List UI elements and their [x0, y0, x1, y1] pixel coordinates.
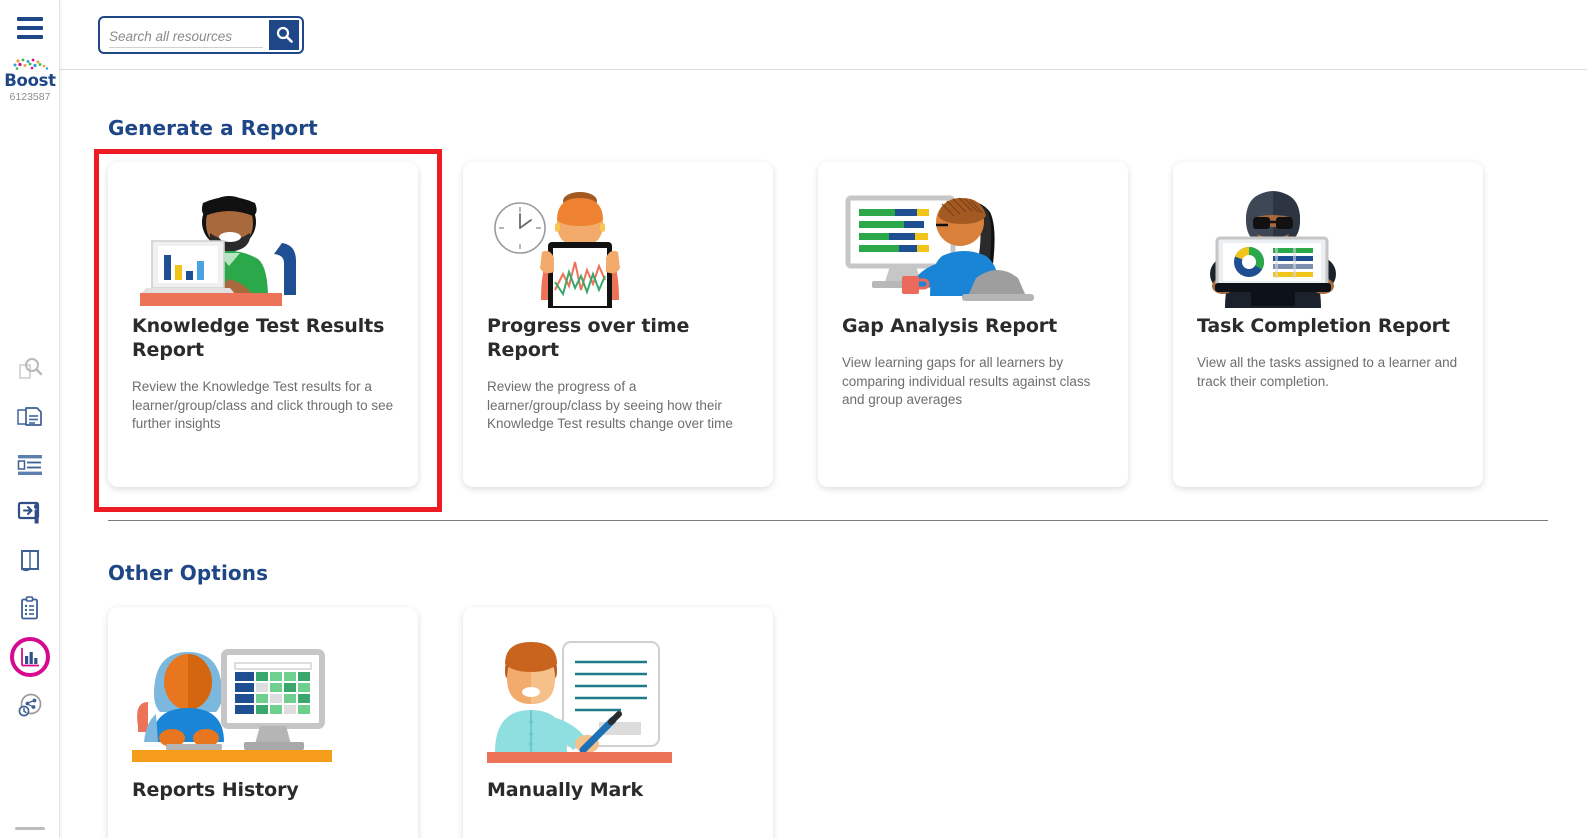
- card-illustration: [487, 180, 749, 308]
- brand-logo[interactable]: Boost 6123587: [0, 56, 60, 104]
- hamburger-bar: [17, 26, 43, 30]
- present-icon: [17, 501, 39, 524]
- sidebar-item-list-view[interactable]: [7, 441, 53, 489]
- sidebar: Boost 6123587: [0, 0, 60, 838]
- generate-report-section-title: Generate a Report: [108, 116, 318, 140]
- card-illustration: [487, 629, 749, 764]
- book-icon: [20, 550, 39, 572]
- card-illustration: [132, 629, 394, 764]
- sidebar-item-reports[interactable]: [7, 633, 53, 681]
- card-description: View learning gaps for all learners by c…: [842, 355, 1091, 407]
- list-view-icon: [17, 455, 42, 475]
- card-knowledge-test-results-report[interactable]: Knowledge Test Results Report Review the…: [108, 162, 418, 487]
- card-title: Reports History: [132, 779, 299, 801]
- person-holding-tablet-with-clock-icon: [494, 192, 620, 308]
- generate-report-card-row: Knowledge Test Results Report Review the…: [94, 149, 1587, 512]
- card-slot-task-completion: Task Completion Report View all the task…: [1173, 162, 1528, 487]
- search-submit-button[interactable]: [269, 19, 299, 50]
- sidebar-item-resources[interactable]: [7, 393, 53, 441]
- card-title: Gap Analysis Report: [842, 315, 1058, 337]
- card-illustration: [1197, 180, 1459, 308]
- card-slot-manually-mark: Manually Mark: [463, 607, 818, 838]
- search-box[interactable]: [98, 15, 304, 54]
- hamburger-bar: [17, 35, 43, 39]
- search-field-wrap: [103, 20, 269, 50]
- hamburger-menu-icon[interactable]: [0, 0, 60, 56]
- card-title: Task Completion Report: [1197, 315, 1450, 337]
- section-divider: [108, 520, 1548, 521]
- topbar: [60, 0, 1587, 70]
- card-reports-history[interactable]: Reports History: [108, 607, 418, 838]
- person-holding-laptop-with-donut-chart-icon: [1210, 191, 1336, 308]
- card-slot-gap-analysis: Gap Analysis Report View learning gaps f…: [818, 162, 1173, 487]
- card-gap-analysis-report[interactable]: Gap Analysis Report View learning gaps f…: [818, 162, 1128, 487]
- sidebar-item-clipboard[interactable]: [7, 585, 53, 633]
- search-icon: [276, 26, 293, 43]
- content-area: Generate a Report Knowledge Test Results…: [60, 116, 1587, 838]
- resources-icon: [17, 407, 42, 426]
- brand-name: Boost: [4, 71, 56, 90]
- sidebar-item-resource-search[interactable]: [7, 345, 53, 393]
- card-manually-mark[interactable]: Manually Mark: [463, 607, 773, 838]
- card-slot-reports-history: Reports History: [108, 607, 463, 838]
- person-marking-document-with-pen-icon: [487, 641, 672, 763]
- person-at-laptop-with-bar-chart-icon: [140, 196, 296, 306]
- bar-chart-icon: [21, 648, 39, 667]
- sidebar-item-book[interactable]: [7, 537, 53, 585]
- other-options-section-title: Other Options: [108, 561, 269, 585]
- hamburger-bar: [17, 17, 43, 21]
- card-title: Progress over time Report: [487, 315, 690, 361]
- sidebar-item-present[interactable]: [7, 489, 53, 537]
- search-input[interactable]: [109, 28, 263, 48]
- person-at-monitor-with-spreadsheet-icon: [132, 649, 332, 762]
- resource-search-icon: [19, 358, 43, 379]
- card-slot-progress-over-time: Progress over time Report Review the pro…: [463, 162, 818, 487]
- person-at-monitor-with-progress-bars-icon: [845, 195, 1034, 301]
- boost-dots-icon: [13, 58, 49, 70]
- app-root: Boost 6123587 Search all resources Gener…: [0, 0, 1587, 838]
- sidebar-nav: [0, 345, 60, 729]
- card-title: Knowledge Test Results Report: [132, 315, 385, 361]
- card-illustration: [842, 180, 1104, 308]
- card-title: Manually Mark: [487, 779, 644, 801]
- card-description: Review the Knowledge Test results for a …: [132, 379, 394, 431]
- card-description: Review the progress of a learner/group/c…: [487, 379, 733, 431]
- clipboard-icon: [21, 596, 38, 620]
- card-slot-knowledge-test: Knowledge Test Results Report Review the…: [94, 149, 463, 512]
- card-description: View all the tasks assigned to a learner…: [1197, 355, 1458, 389]
- card-task-completion-report[interactable]: Task Completion Report View all the task…: [1173, 162, 1483, 487]
- other-options-card-row: Reports History Manually Mark: [108, 607, 1587, 838]
- share-history-icon: [18, 693, 41, 716]
- sidebar-item-share-history[interactable]: [7, 681, 53, 729]
- main-area: Generate a Report: [60, 0, 1587, 838]
- card-illustration: [132, 180, 394, 308]
- card-progress-over-time-report[interactable]: Progress over time Report Review the pro…: [463, 162, 773, 487]
- brand-account-id: 6123587: [9, 91, 51, 103]
- sidebar-bottom-divider: [15, 827, 45, 830]
